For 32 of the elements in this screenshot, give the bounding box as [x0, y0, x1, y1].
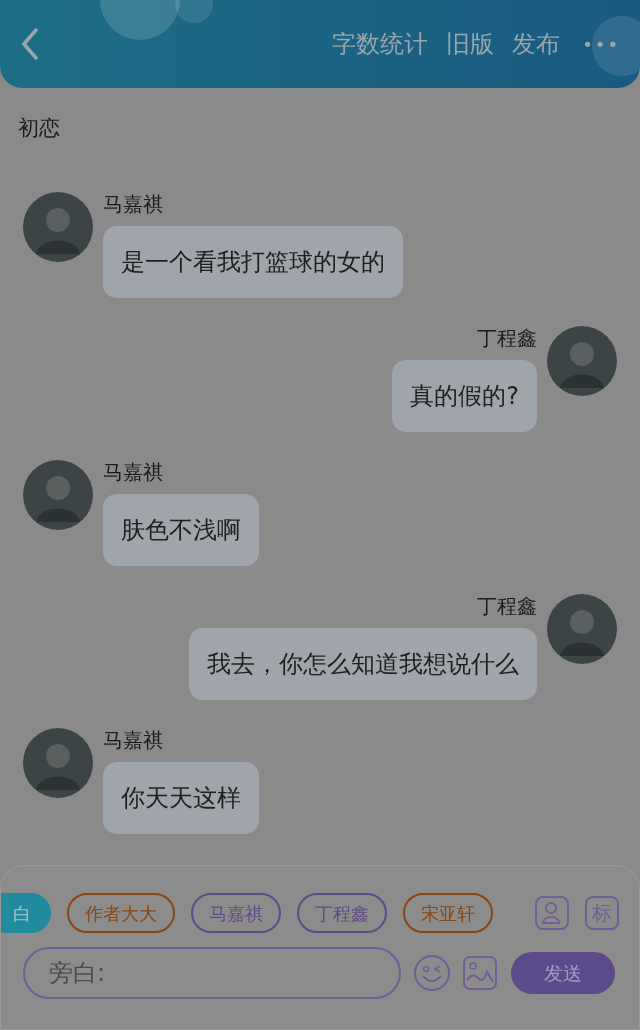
more-button[interactable]: •••: [582, 30, 620, 58]
person-icon: [541, 901, 563, 925]
header-action[interactable]: 字数统计: [332, 26, 429, 62]
message-bubble: 我去，你怎么知道我想说什么: [189, 628, 537, 700]
avatar: [547, 326, 617, 396]
message-input[interactable]: 旁白:: [23, 947, 401, 999]
emoji-icon[interactable]: [413, 954, 451, 992]
back-icon: [20, 27, 40, 61]
role-chip[interactable]: 白: [1, 893, 51, 933]
avatar: [547, 594, 617, 664]
avatar: [23, 460, 93, 530]
message-bubble: 肤色不浅啊: [103, 494, 259, 566]
role-chip[interactable]: 宋亚轩: [403, 893, 493, 933]
header-action[interactable]: 发布: [512, 26, 561, 62]
message-bubble: 真的假的?: [392, 360, 537, 432]
sender-name: 丁程鑫: [477, 325, 537, 352]
role-chip[interactable]: 作者大大: [67, 893, 175, 933]
message-bubble: 你天天这样: [103, 762, 259, 834]
story-title: 初恋: [18, 115, 61, 142]
character-button[interactable]: [535, 896, 569, 930]
sender-name: 马嘉祺: [103, 727, 163, 754]
sender-name: 丁程鑫: [477, 593, 537, 620]
sender-name: 马嘉祺: [103, 191, 163, 218]
sender-name: 马嘉祺: [103, 459, 163, 486]
send-button[interactable]: 发送: [511, 952, 615, 994]
image-icon[interactable]: [463, 956, 497, 990]
role-chip[interactable]: 丁程鑫: [297, 893, 387, 933]
avatar: [23, 728, 93, 798]
role-chip[interactable]: 马嘉祺: [191, 893, 281, 933]
avatar: [23, 192, 93, 262]
message-bubble: 是一个看我打篮球的女的: [103, 226, 403, 298]
header-action[interactable]: 旧版: [446, 26, 495, 62]
